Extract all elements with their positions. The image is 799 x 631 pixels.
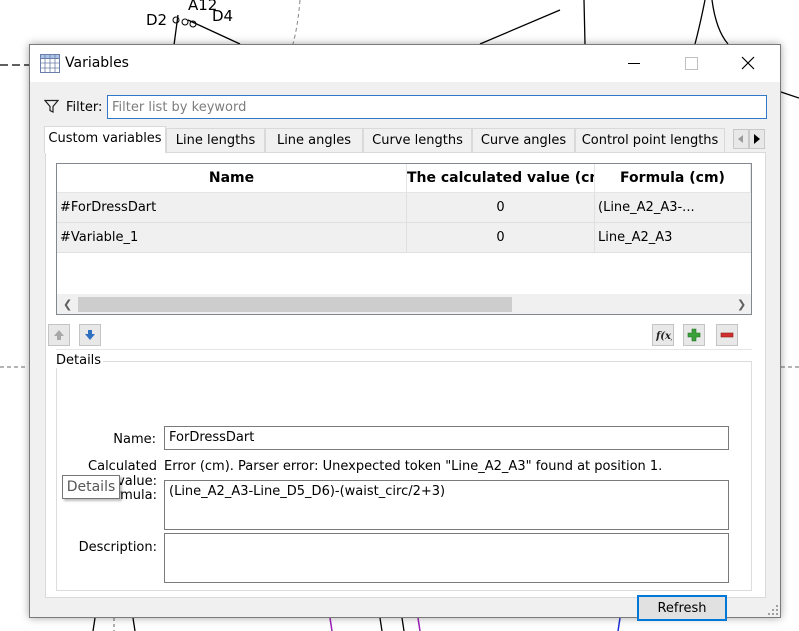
tab-custom-variables[interactable]: Custom variables	[44, 126, 166, 153]
calculated-value-text: Error (cm). Parser error: Unexpected tok…	[164, 459, 663, 474]
filter-label: Filter:	[66, 100, 103, 115]
move-up-button[interactable]	[48, 324, 70, 346]
variables-dialog: Variables Filter: Custom variables Line …	[29, 44, 781, 621]
function-wizard-icon: f(x)	[656, 331, 672, 342]
remove-variable-button[interactable]	[716, 324, 738, 346]
tab-line-angles[interactable]: Line angles	[265, 128, 363, 152]
table-row[interactable]: #Variable_1 0 Line_A2_A3	[57, 223, 751, 253]
tab-line-lengths[interactable]: Line lengths	[166, 128, 265, 152]
variables-table: Name The calculated value (cm) Formula (…	[56, 163, 752, 315]
function-wizard-button[interactable]: f(x)	[652, 324, 674, 346]
tab-curve-lengths[interactable]: Curve lengths	[363, 128, 472, 152]
tab-curve-angles[interactable]: Curve angles	[472, 128, 575, 152]
horizontal-scrollbar[interactable]: ❮ ❯	[57, 294, 751, 314]
cell-name: #Variable_1	[57, 223, 407, 253]
svg-text:f(x): f(x)	[656, 331, 672, 342]
funnel-icon	[44, 99, 59, 113]
details-group-title: Details	[54, 353, 104, 368]
filter-input[interactable]	[107, 95, 767, 119]
arrow-down-icon	[85, 330, 95, 340]
point-label-d4: D4	[212, 7, 234, 25]
cell-name: #ForDressDart	[57, 193, 407, 223]
chevron-left-icon	[738, 135, 743, 143]
resize-grip-icon[interactable]	[768, 605, 778, 615]
scroll-left-arrow-icon[interactable]: ❮	[63, 298, 72, 311]
close-icon	[741, 56, 755, 70]
chevron-right-icon	[754, 134, 760, 144]
maximize-button[interactable]	[667, 45, 713, 82]
point-label-d2: D2	[146, 11, 168, 29]
cell-formula: (Line_A2_A3-...	[595, 193, 751, 223]
close-button[interactable]	[726, 45, 772, 82]
tab-control-point-lengths[interactable]: Control point lengths	[575, 128, 725, 152]
custom-variables-pane: Name The calculated value (cm) Formula (…	[45, 152, 766, 621]
name-label: Name:	[113, 432, 156, 447]
divider	[56, 349, 752, 350]
arrow-up-icon	[54, 330, 64, 340]
scrollbar-thumb[interactable]	[78, 297, 512, 312]
table-row[interactable]: #ForDressDart 0 (Line_A2_A3-...	[57, 193, 751, 223]
table-grid-icon	[40, 54, 60, 73]
add-variable-button[interactable]	[683, 324, 705, 346]
cell-formula: Line_A2_A3	[595, 223, 751, 253]
column-header-calculated-value[interactable]: The calculated value (cm)	[407, 164, 595, 193]
refresh-button[interactable]: Refresh	[637, 595, 727, 621]
tab-scroll-right-button[interactable]	[749, 129, 765, 149]
window-title: Variables	[65, 55, 129, 71]
formula-field[interactable]: (Line_A2_A3-Line_D5_D6)-(waist_circ/2+3)	[164, 480, 729, 530]
title-bar[interactable]: Variables	[30, 45, 780, 82]
description-label: Description:	[78, 540, 157, 555]
description-field[interactable]	[164, 533, 729, 583]
minimize-button[interactable]	[610, 45, 656, 82]
column-header-formula[interactable]: Formula (cm)	[595, 164, 751, 193]
scroll-right-arrow-icon[interactable]: ❯	[737, 298, 746, 311]
move-down-button[interactable]	[79, 324, 101, 346]
plus-icon	[687, 328, 701, 342]
minus-icon	[720, 332, 734, 338]
tooltip: Details	[62, 475, 120, 499]
tab-scroll-left-button[interactable]	[733, 129, 749, 149]
column-header-name[interactable]: Name	[57, 164, 407, 193]
cell-value: 0	[407, 223, 595, 253]
name-field[interactable]: ForDressDart	[164, 426, 729, 450]
cell-value: 0	[407, 193, 595, 223]
